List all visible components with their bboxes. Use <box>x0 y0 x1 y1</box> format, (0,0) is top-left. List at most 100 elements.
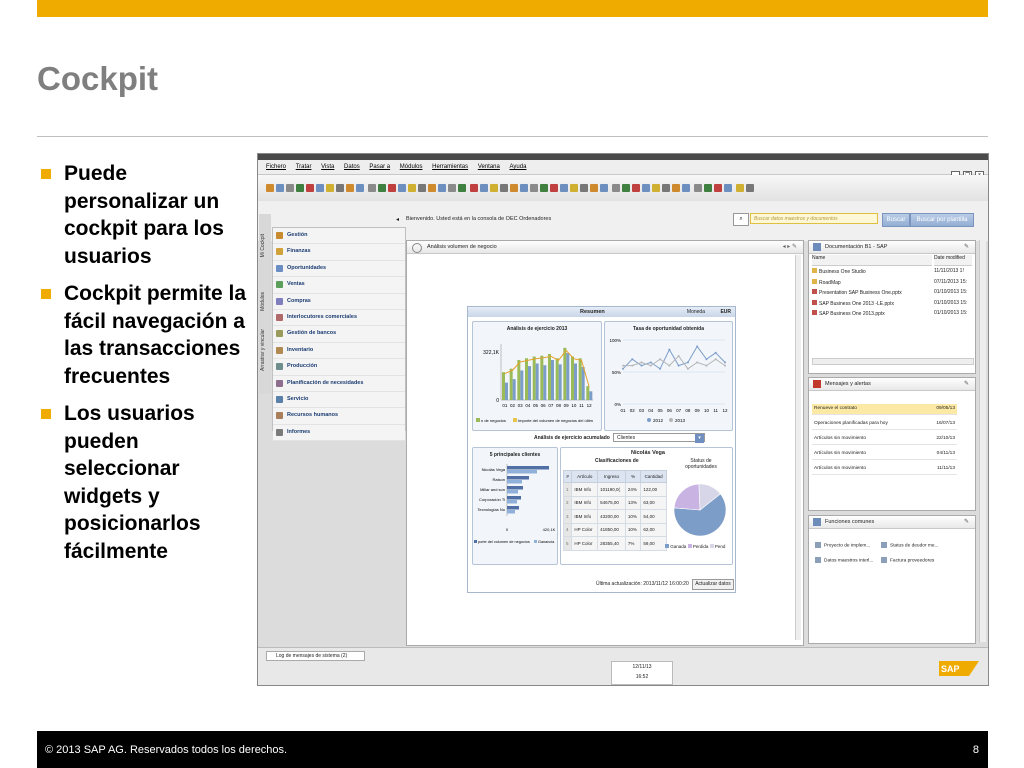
menu-item-modulos[interactable]: Módulos <box>400 164 423 170</box>
menu-item-herramientas[interactable]: Herramientas <box>432 164 468 170</box>
col-date-header[interactable]: Date modified <box>934 255 972 266</box>
col-header[interactable]: # <box>562 470 573 483</box>
function-link[interactable]: Factura proveedores <box>881 557 934 563</box>
module-item-finanzas[interactable]: Finanzas <box>273 244 405 261</box>
alert-row[interactable]: Renueve el contrato 09/05/13 <box>812 404 957 415</box>
update-data-button[interactable]: Actualizar datos <box>692 579 734 590</box>
toolbar-button-icon[interactable] <box>356 184 364 192</box>
menu-item-ayuda[interactable]: Ayuda <box>510 164 527 170</box>
toolbar-button-icon[interactable] <box>662 184 670 192</box>
alert-row[interactable]: Artículos sin movimiento 22/10/13 <box>812 434 957 445</box>
toolbar-button-icon[interactable] <box>632 184 640 192</box>
module-item-produccion[interactable]: Producción <box>273 359 405 376</box>
toolbar-button-icon[interactable] <box>296 184 304 192</box>
menu-item-pasar-a[interactable]: Pasar a <box>369 164 390 170</box>
alert-row[interactable]: Operaciones planificadas para hoy 16/07/1… <box>812 419 957 430</box>
module-item-informes[interactable]: Informes <box>273 424 405 442</box>
module-item-ventas[interactable]: Ventas <box>273 277 405 294</box>
wrench-icon[interactable]: ✎ <box>964 518 969 525</box>
acumulado-select[interactable]: Clientes ▾ <box>613 433 705 443</box>
menu-item-datos[interactable]: Datos <box>344 164 360 170</box>
moneda-value[interactable]: EUR <box>720 309 731 315</box>
collapse-arrow-icon[interactable]: ◂ <box>396 216 399 223</box>
toolbar-button-icon[interactable] <box>520 184 528 192</box>
toolbar-button-icon[interactable] <box>500 184 508 192</box>
toolbar-button-icon[interactable] <box>326 184 334 192</box>
toolbar-button-icon[interactable] <box>336 184 344 192</box>
toolbar-button-icon[interactable] <box>570 184 578 192</box>
function-link[interactable]: Status de deudor me... <box>881 542 939 548</box>
menu-item-tratar[interactable]: Tratar <box>296 164 312 170</box>
module-item-compras[interactable]: Compras <box>273 293 405 310</box>
right-scrollbar[interactable] <box>979 240 986 642</box>
module-item-oportunidades[interactable]: Oportunidades <box>273 260 405 278</box>
toolbar-button-icon[interactable] <box>438 184 446 192</box>
toolbar-button-icon[interactable] <box>530 184 538 192</box>
toolbar-button-icon[interactable] <box>418 184 426 192</box>
toolbar-button-icon[interactable] <box>368 184 376 192</box>
toolbar-button-icon[interactable] <box>346 184 354 192</box>
menu-item-vista[interactable]: Vista <box>321 164 334 170</box>
wrench-icon[interactable]: ✎ <box>964 243 969 250</box>
col-name-header[interactable]: Name <box>812 255 932 266</box>
toolbar-button-icon[interactable] <box>580 184 588 192</box>
toolbar-button-icon[interactable] <box>316 184 324 192</box>
doc-list-item[interactable]: Presentation SAP Business One.pptx <box>812 289 902 296</box>
vertical-scrollbar[interactable] <box>795 255 801 640</box>
toolbar-button-icon[interactable] <box>560 184 568 192</box>
toolbar-button-icon[interactable] <box>510 184 518 192</box>
tab-arrastrar-vincular[interactable]: Arrastrar y vincular <box>260 329 266 371</box>
toolbar-button-icon[interactable] <box>266 184 274 192</box>
toolbar-button-icon[interactable] <box>276 184 284 192</box>
toolbar-button-icon[interactable] <box>428 184 436 192</box>
toolbar-button-icon[interactable] <box>540 184 548 192</box>
toolbar-button-icon[interactable] <box>600 184 608 192</box>
search-icon[interactable]: ⌕ <box>733 213 749 226</box>
menu-item-ventana[interactable]: Ventana <box>478 164 500 170</box>
table-row[interactable]: 4 HP Color 41850,00 10% 62,00 <box>562 522 667 537</box>
search-button[interactable]: Buscar <box>882 213 910 227</box>
table-row[interactable]: 3 IBM Info 43200,00 10% 54,00 <box>562 509 667 524</box>
toolbar-button-icon[interactable] <box>388 184 396 192</box>
toolbar-button-icon[interactable] <box>642 184 650 192</box>
table-row[interactable]: 2 IBM Info 54675,00 13% 63,00 <box>562 495 667 510</box>
toolbar-button-icon[interactable] <box>480 184 488 192</box>
tab-mi-cockpit[interactable]: Mi Cockpit <box>260 234 266 257</box>
doc-list-item[interactable]: SAP Business One 2013.pptx <box>812 310 885 317</box>
function-link[interactable]: Datos maestros interl... <box>815 557 873 563</box>
toolbar-button-icon[interactable] <box>590 184 598 192</box>
toolbar-button-icon[interactable] <box>550 184 558 192</box>
toolbar-button-icon[interactable] <box>408 184 416 192</box>
horizontal-scrollbar[interactable] <box>812 358 974 365</box>
toolbar-button-icon[interactable] <box>448 184 456 192</box>
alert-row[interactable]: Artículos sin movimiento 11/11/13 <box>812 464 957 475</box>
toolbar-button-icon[interactable] <box>286 184 294 192</box>
search-input[interactable]: Buscar datos maestros y documentos <box>750 213 878 224</box>
alert-row[interactable]: Artículos sin movimiento 04/11/13 <box>812 449 957 460</box>
toolbar-button-icon[interactable] <box>398 184 406 192</box>
toolbar-button-icon[interactable] <box>724 184 732 192</box>
doc-list-item[interactable]: SAP Business One 2013 -LE.pptx <box>812 299 894 307</box>
function-link[interactable]: Proyecto de implem... <box>815 542 870 548</box>
module-item-servicio[interactable]: Servicio <box>273 391 405 409</box>
toolbar-button-icon[interactable] <box>612 184 620 192</box>
search-template-button[interactable]: Buscar por plantilla <box>910 213 974 227</box>
widget-controls-icon[interactable]: ◂ ▸ ✎ <box>783 243 797 250</box>
table-row[interactable]: 5 HP Color 28355,40 7% 59,00 <box>562 536 667 551</box>
doc-list-item[interactable]: RoadMap <box>812 278 841 286</box>
wrench-icon[interactable]: ✎ <box>964 380 969 387</box>
toolbar-button-icon[interactable] <box>458 184 466 192</box>
toolbar-button-icon[interactable] <box>714 184 722 192</box>
toolbar-button-icon[interactable] <box>672 184 680 192</box>
toolbar-button-icon[interactable] <box>306 184 314 192</box>
toolbar-button-icon[interactable] <box>652 184 660 192</box>
toolbar-button-icon[interactable] <box>746 184 754 192</box>
module-item-interlocutores[interactable]: Interlocutores comerciales <box>273 309 405 327</box>
col-header[interactable]: Artículo <box>571 470 599 483</box>
toolbar-button-icon[interactable] <box>682 184 690 192</box>
module-item-inventario[interactable]: Inventario <box>273 342 405 360</box>
toolbar-button-icon[interactable] <box>694 184 702 192</box>
system-log-tab[interactable]: Log de mensajes de sistema (2) <box>266 651 365 661</box>
tab-modulos[interactable]: Módulos <box>260 292 266 311</box>
module-item-planificacion[interactable]: Planificación de necesidades <box>273 375 405 392</box>
